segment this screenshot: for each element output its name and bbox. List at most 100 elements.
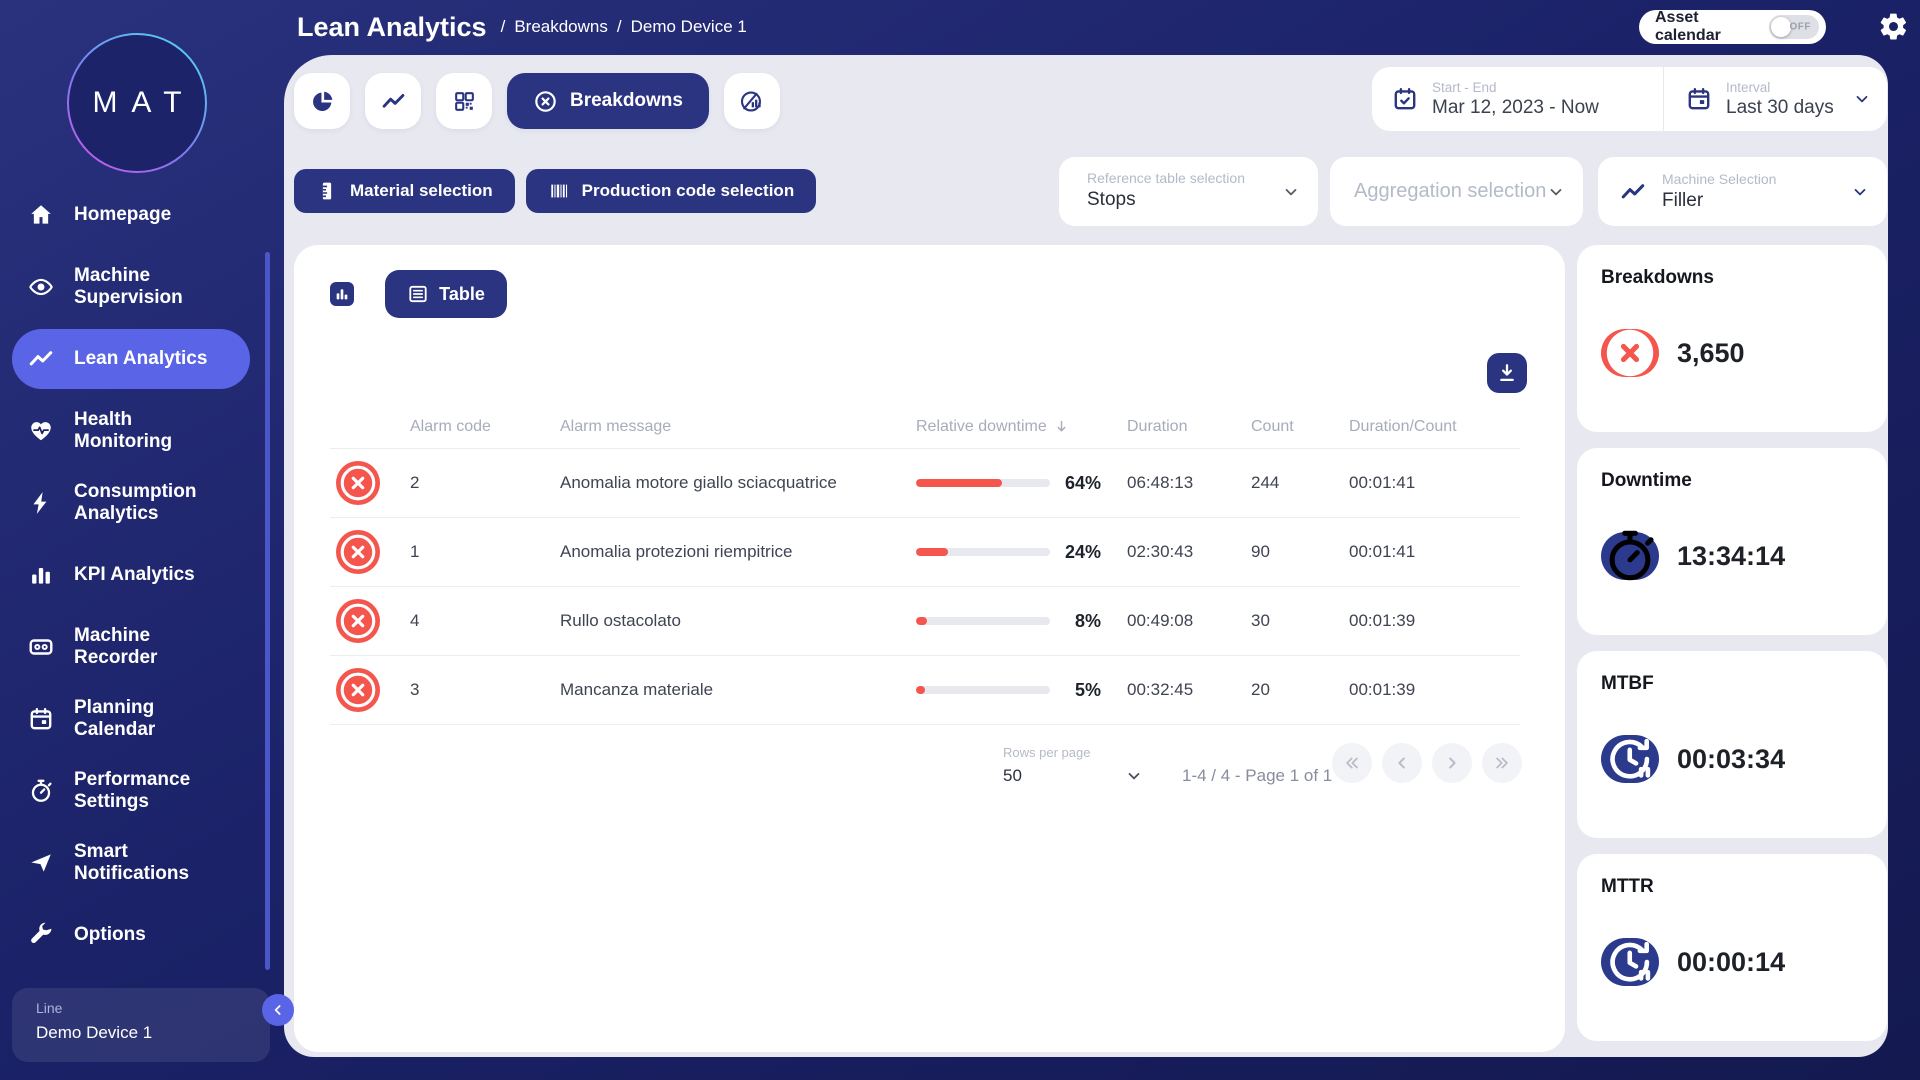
line-label: Line (36, 1000, 270, 1016)
breadcrumb-item[interactable]: Demo Device 1 (631, 17, 747, 37)
trend-icon (28, 346, 54, 372)
duration-count-cell: 00:01:41 (1349, 542, 1520, 562)
column-header[interactable]: Relative downtime (916, 418, 1127, 436)
sidebar-item-homepage[interactable]: Homepage (0, 179, 284, 251)
tab-breakdowns[interactable]: Breakdowns (507, 73, 709, 129)
column-header[interactable]: Duration (1127, 418, 1251, 436)
wrench-icon (28, 922, 54, 948)
column-header[interactable]: Alarm message (560, 418, 916, 436)
downtime-bar (916, 548, 1050, 556)
alarm-message-cell: Mancanza materiale (560, 680, 916, 700)
heart-pulse-icon (28, 418, 54, 444)
breadcrumb: /Breakdowns/Demo Device 1 (501, 17, 747, 37)
asset-calendar-label: Asset calendar (1655, 9, 1759, 45)
sidebar-item-kpi-analytics[interactable]: KPI Analytics (0, 539, 284, 611)
downtime-percent: 5% (1075, 680, 1101, 701)
tab-report[interactable] (724, 73, 780, 129)
column-header[interactable]: Alarm code (410, 418, 560, 436)
content-panel: Breakdowns Start - End Mar 12, 2023 - No… (284, 55, 1888, 1057)
interval-label: Interval (1726, 80, 1834, 95)
downtime-percent: 64% (1065, 473, 1101, 494)
table-row[interactable]: 2Anomalia motore giallo sciacquatrice64%… (330, 449, 1520, 518)
sidebar-scrollbar[interactable] (265, 252, 270, 970)
sidebar-item-machine-recorder[interactable]: Machine Recorder (0, 611, 284, 683)
brand-logo: MAT (67, 33, 207, 173)
date-range-select[interactable]: Start - End Mar 12, 2023 - Now (1372, 67, 1663, 131)
table-row[interactable]: 3Mancanza materiale5%00:32:452000:01:39 (330, 656, 1520, 725)
column-header[interactable]: Duration/Count (1349, 418, 1520, 436)
chevron-down-icon (1851, 183, 1869, 201)
machine-select-label: Machine Selection (1662, 171, 1776, 187)
kpi-value: 00:00:14 (1677, 947, 1785, 978)
selection-button-label: Material selection (350, 181, 493, 201)
breadcrumb-item[interactable]: Breakdowns (514, 17, 608, 37)
rows-per-page-select[interactable]: Rows per page 50 (1003, 745, 1143, 786)
tab-pie[interactable] (294, 73, 350, 129)
line-selector-card[interactable]: Line Demo Device 1 (12, 988, 270, 1062)
selection-button-label: Production code selection (582, 181, 795, 201)
count-cell: 244 (1251, 473, 1349, 493)
kpi-title: MTTR (1601, 876, 1863, 898)
chart-view-button[interactable] (330, 282, 354, 306)
duration-count-cell: 00:01:39 (1349, 680, 1520, 700)
alarm-message-cell: Anomalia protezioni riempitrice (560, 542, 916, 562)
sidebar-item-consumption-analytics[interactable]: Consumption Analytics (0, 467, 284, 539)
sidebar-item-health-monitoring[interactable]: Health Monitoring (0, 395, 284, 467)
sort-desc-icon (1053, 418, 1070, 435)
table-row[interactable]: 1Anomalia protezioni riempitrice24%02:30… (330, 518, 1520, 587)
chevron-left-icon (1393, 754, 1411, 772)
page-first-button[interactable] (1332, 743, 1372, 783)
tab-trend[interactable] (365, 73, 421, 129)
error-icon (336, 461, 380, 505)
column-header[interactable]: Count (1251, 418, 1349, 436)
page-prev-button[interactable] (1382, 743, 1422, 783)
gear-icon (1878, 11, 1909, 42)
table-row[interactable]: 4Rullo ostacolato8%00:49:083000:01:39 (330, 587, 1520, 656)
rows-per-page-label: Rows per page (1003, 745, 1143, 760)
pager-buttons (1332, 743, 1522, 783)
duration-cell: 06:48:13 (1127, 473, 1251, 493)
duration-cell: 02:30:43 (1127, 542, 1251, 562)
ruler-icon (316, 180, 338, 202)
downtime-bar (916, 686, 1050, 694)
sidebar-item-label: Machine Recorder (74, 625, 234, 670)
duration-count-cell: 00:01:41 (1349, 473, 1520, 493)
settings-button[interactable] (1876, 11, 1910, 45)
sidebar-item-machine-supervision[interactable]: Machine Supervision (0, 251, 284, 323)
tab-grid[interactable] (436, 73, 492, 129)
sidebar-item-label: Health Monitoring (74, 409, 234, 454)
download-button[interactable] (1487, 353, 1527, 393)
reference-table-select[interactable]: Reference table selection Stops (1059, 157, 1318, 226)
interval-select[interactable]: Interval Last 30 days (1663, 67, 1887, 131)
cassette-icon (28, 634, 54, 660)
production-code-selection-button[interactable]: Production code selection (526, 169, 817, 213)
duration-cell: 00:49:08 (1127, 611, 1251, 631)
page-next-button[interactable] (1432, 743, 1472, 783)
chevron-left-icon (270, 1002, 286, 1018)
pie-chart-icon (310, 89, 335, 114)
sidebar-item-lean-analytics[interactable]: Lean Analytics (12, 329, 250, 389)
table-view-button[interactable]: Table (385, 270, 507, 318)
sidebar-item-planning-calendar[interactable]: Planning Calendar (0, 683, 284, 755)
bolt-icon (28, 490, 54, 516)
sidebar-collapse-button[interactable] (262, 994, 294, 1026)
machine-select[interactable]: Machine Selection Filler (1598, 157, 1887, 226)
sidebar-item-label: Performance Settings (74, 769, 234, 814)
interval-value: Last 30 days (1726, 97, 1834, 119)
sidebar-item-smart-notifications[interactable]: Smart Notifications (0, 827, 284, 899)
downtime-percent: 8% (1075, 611, 1101, 632)
download-icon (1496, 362, 1518, 384)
rows-per-page-value: 50 (1003, 766, 1022, 786)
count-cell: 20 (1251, 680, 1349, 700)
tab-label: Breakdowns (570, 90, 683, 112)
sidebar-item-performance-settings[interactable]: Performance Settings (0, 755, 284, 827)
table-icon (407, 283, 429, 305)
chevrons-left-icon (1343, 754, 1361, 772)
material-selection-button[interactable]: Material selection (294, 169, 515, 213)
toggle-switch[interactable]: OFF (1769, 15, 1819, 39)
sidebar-item-options[interactable]: Options (0, 899, 284, 971)
asset-calendar-toggle[interactable]: Asset calendar OFF (1639, 10, 1826, 44)
count-cell: 90 (1251, 542, 1349, 562)
page-last-button[interactable] (1482, 743, 1522, 783)
aggregation-select[interactable]: Aggregation selection (1330, 157, 1583, 226)
